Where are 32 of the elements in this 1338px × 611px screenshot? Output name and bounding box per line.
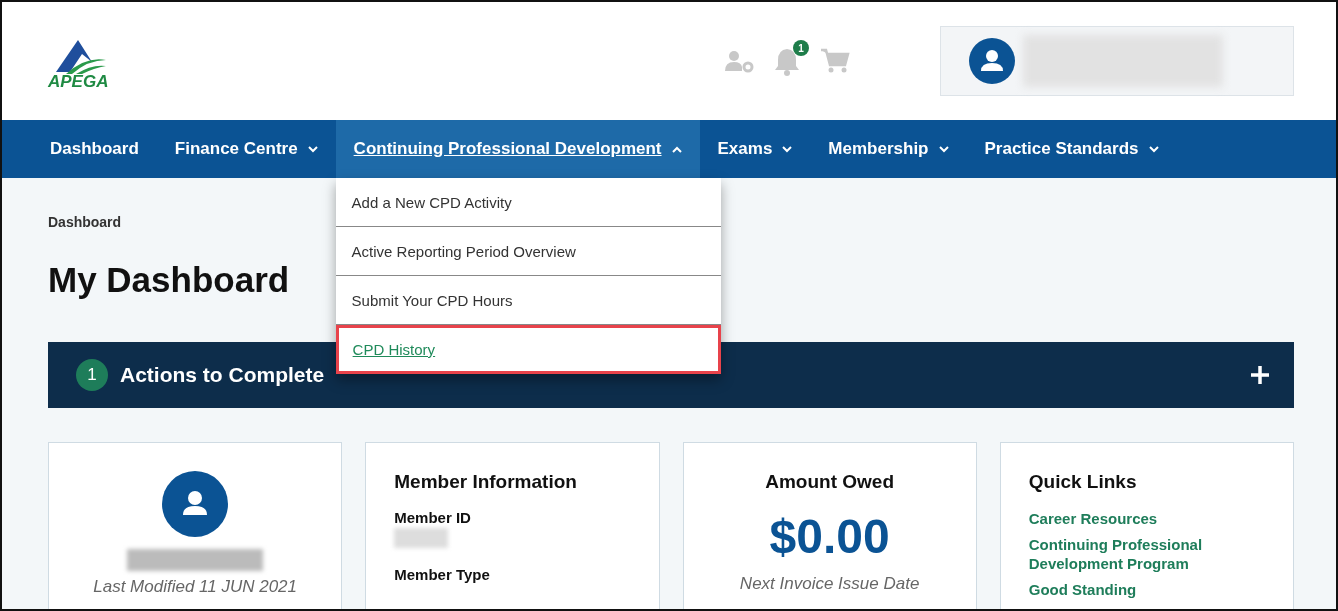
nav-item[interactable]: Finance Centre xyxy=(156,120,336,178)
card-title: Amount Owed xyxy=(765,471,894,493)
actions-title: Actions to Complete xyxy=(120,363,326,387)
field-label: Member ID xyxy=(394,509,472,526)
blurred-value xyxy=(394,528,449,548)
avatar-icon xyxy=(162,471,229,537)
quick-link[interactable]: Good Standing xyxy=(1028,579,1265,599)
card-title: Member Information xyxy=(394,471,578,493)
avatar-icon xyxy=(969,38,1015,84)
quick-link[interactable]: Continuing Professional Development Program xyxy=(1028,534,1265,574)
nav-item[interactable]: Practice Standards xyxy=(966,120,1177,178)
invoice-note: Next Invoice Issue Date xyxy=(739,574,920,594)
quick-link[interactable]: Career Resources xyxy=(1028,509,1265,529)
amount-value: $0.00 xyxy=(769,509,890,564)
logo-text: APEGA xyxy=(48,72,109,92)
card-title: Quick Links xyxy=(1028,471,1138,493)
account-button[interactable] xyxy=(940,26,1294,96)
menu-item[interactable]: CPD History xyxy=(335,325,721,374)
nav-item[interactable]: Continuing Professional Development xyxy=(335,120,700,178)
count-badge: 1 xyxy=(76,359,108,391)
menu-item[interactable]: Add a New CPD Activity xyxy=(335,178,721,227)
modified-date: Last Modified 11 JUN 2021 xyxy=(93,577,298,597)
menu-item[interactable]: Submit Your CPD Hours xyxy=(335,276,721,325)
field-label: Member Type xyxy=(394,566,491,583)
notification-badge: 1 xyxy=(793,40,809,56)
bell-icon[interactable] xyxy=(774,46,800,76)
menu-item[interactable]: Active Reporting Period Overview xyxy=(335,227,721,276)
page-title: My Dashboard xyxy=(48,260,291,300)
expand-icon[interactable] xyxy=(1250,365,1270,385)
nav-item[interactable]: Exams xyxy=(699,120,811,178)
nav-item[interactable]: Dashboard xyxy=(32,120,157,178)
nav-item[interactable]: Membership xyxy=(810,120,967,178)
